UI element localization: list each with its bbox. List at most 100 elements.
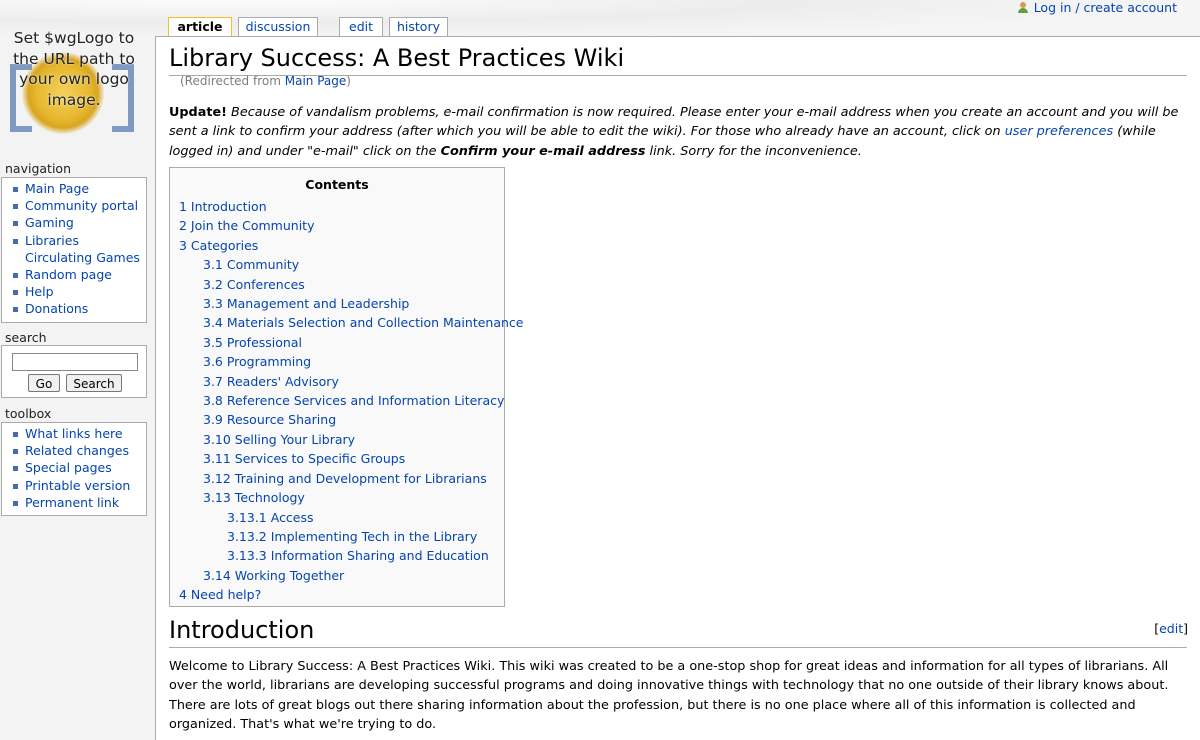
nav-item-random-page[interactable]: Random page — [2, 266, 146, 283]
toc-item[interactable]: 3.12 Training and Development for Librar… — [170, 469, 504, 488]
toc-item-label: 3.6 Programming — [203, 354, 312, 370]
toc-item[interactable]: 3.1 Community — [170, 255, 504, 274]
search-heading: search — [5, 330, 47, 345]
toc-item[interactable]: 3.5 Professional — [170, 333, 504, 352]
edit-section-link[interactable]: edit — [1159, 621, 1183, 636]
toc-item-label: 3.9 Resource Sharing — [203, 412, 337, 428]
tab-edit[interactable]: edit — [339, 17, 383, 36]
toc-item-label: 3.1 Community — [203, 257, 300, 273]
go-button[interactable]: Go — [28, 374, 60, 392]
toc-item[interactable]: 3.6 Programming — [170, 352, 504, 371]
toolbox-portlet: What links here Related changes Special … — [1, 422, 147, 516]
table-of-contents: Contents 1 Introduction 2 Join the Commun… — [169, 167, 524, 607]
toolbox-item-label: Special pages — [25, 460, 112, 476]
nav-item-label: Donations — [25, 301, 89, 317]
toc-item[interactable]: 3.14 Working Together — [170, 566, 504, 585]
toc-item[interactable]: 3.13.1 Access — [170, 508, 504, 527]
toc-item[interactable]: 3.9 Resource Sharing — [170, 410, 504, 429]
toolbox-item-label: What links here — [25, 426, 123, 441]
user-icon — [1017, 2, 1028, 13]
nav-item-label: Main Page — [25, 181, 90, 196]
toolbox-heading: toolbox — [5, 406, 52, 421]
tab-history[interactable]: history — [389, 17, 448, 36]
nav-item-label: Help — [25, 284, 54, 300]
toc-item[interactable]: 3.13.2 Implementing Tech in the Library — [170, 527, 504, 546]
toc-item[interactable]: 3.13 Technology — [170, 488, 504, 507]
site-logo[interactable]: Set $wgLogo to the URL path to your own … — [0, 20, 150, 145]
search-button[interactable]: Search — [66, 374, 122, 392]
toc-item[interactable]: 3.13.3 Information Sharing and Education — [170, 546, 504, 565]
redirect-note: (Redirected from Main Page) — [180, 74, 351, 88]
navigation-portlet: Main Page Community portal Gaming Librar… — [1, 177, 147, 323]
tab-discussion[interactable]: discussion — [238, 17, 318, 36]
logo-text: Set $wgLogo to the URL path to your own … — [13, 29, 135, 109]
toc-item-label: 3.3 Management and Leadership — [203, 296, 410, 312]
toc-item[interactable]: 2 Join the Community — [170, 216, 504, 235]
nav-item-community-portal[interactable]: Community portal — [2, 197, 146, 214]
nav-item-label: Libraries Circulating Games — [25, 232, 140, 265]
nav-item-gaming[interactable]: Gaming — [2, 214, 146, 231]
toc-item-label: 2 Join the Community — [179, 218, 315, 234]
toc-item-label: 3.4 Materials Selection and Collection M… — [203, 315, 524, 331]
toc-list: 1 Introduction 2 Join the Community 3 Cate… — [170, 197, 524, 605]
toc-item[interactable]: 3.3 Management and Leadership — [170, 294, 504, 313]
redirect-prefix: (Redirected from — [180, 74, 285, 88]
toc-item[interactable]: 3.8 Reference Services and Information L… — [170, 391, 504, 410]
section-edit: [edit] — [1154, 621, 1188, 636]
tab-article[interactable]: article — [168, 17, 232, 38]
tab-history-label: history — [397, 19, 440, 34]
navigation-heading: navigation — [5, 161, 71, 176]
toc-item[interactable]: 3.10 Selling Your Library — [170, 430, 504, 449]
login-link[interactable]: Log in / create account — [1034, 0, 1177, 15]
toc-item[interactable]: 3 Categories — [170, 236, 504, 255]
toc-item-label: 3.10 Selling Your Library — [203, 431, 356, 447]
toc-item[interactable]: 4 Need help? — [170, 585, 504, 604]
nav-item-donations[interactable]: Donations — [2, 300, 146, 317]
toc-title: Contents — [305, 177, 369, 192]
user-preferences-link[interactable]: user preferences — [1005, 124, 1113, 139]
redirect-link[interactable]: Main Page — [285, 74, 347, 88]
update-notice: Update! Because of vandalism problems, e… — [169, 103, 1187, 161]
nav-item-label: Random page — [25, 267, 112, 283]
nav-item-main-page[interactable]: Main Page — [2, 180, 146, 197]
toc-item-label: 3 Categories — [179, 237, 259, 253]
toolbox-item-label: Printable version — [25, 477, 131, 493]
toc-item-label: 3.11 Services to Specific Groups — [203, 451, 406, 467]
toc-item[interactable]: 1 Introduction — [170, 197, 504, 216]
toolbox-permanent-link[interactable]: Permanent link — [2, 494, 146, 511]
toolbox-related-changes[interactable]: Related changes — [2, 442, 146, 459]
tab-discussion-label: discussion — [245, 19, 311, 34]
introduction-heading: Introduction — [169, 613, 1187, 648]
personal-tools: Log in / create account — [1017, 0, 1177, 15]
edit-bracket-close: ] — [1183, 621, 1188, 636]
toolbox-printable-version[interactable]: Printable version — [2, 477, 146, 494]
toolbox-item-label: Related changes — [25, 443, 129, 459]
update-label: Update! — [169, 105, 227, 120]
nav-item-libraries-circulating-games[interactable]: Libraries Circulating Games — [2, 232, 146, 266]
search-input[interactable] — [12, 353, 138, 371]
tab-article-label: article — [177, 19, 223, 34]
toc-item-label: 3.13.1 Access — [227, 509, 314, 525]
toc-item[interactable]: 3.2 Conferences — [170, 275, 504, 294]
toc-item[interactable]: 3.4 Materials Selection and Collection M… — [170, 313, 524, 332]
toc-item-label: 3.12 Training and Development for Librar… — [203, 470, 487, 486]
toc-item[interactable]: 3.11 Services to Specific Groups — [170, 449, 504, 468]
toc-item-label: 3.13.3 Information Sharing and Education — [227, 548, 489, 564]
toc-item-label: 3.8 Reference Services and Information L… — [203, 393, 505, 409]
toc-item[interactable]: 3.7 Readers' Advisory — [170, 372, 504, 391]
update-bold: Confirm your e-mail address — [440, 143, 646, 159]
toc-item-label: 4 Need help? — [179, 587, 262, 603]
toc-item-label: 3.5 Professional — [203, 334, 302, 350]
toc-item-label: 3.13.2 Implementing Tech in the Library — [227, 528, 478, 544]
toolbox-item-label: Permanent link — [25, 494, 120, 510]
introduction-paragraph: Welcome to Library Success: A Best Pract… — [169, 659, 1169, 733]
redirect-suffix: ) — [346, 74, 351, 88]
search-portlet: Go Search — [1, 345, 147, 398]
toc-item-label: 3.14 Working Together — [203, 567, 345, 583]
toolbox-special-pages[interactable]: Special pages — [2, 459, 146, 476]
nav-item-label: Gaming — [25, 215, 74, 231]
page-title: Library Success: A Best Practices Wiki — [169, 41, 1187, 76]
toolbox-what-links-here[interactable]: What links here — [2, 425, 146, 442]
nav-item-help[interactable]: Help — [2, 283, 146, 300]
nav-item-label: Community portal — [25, 198, 139, 214]
